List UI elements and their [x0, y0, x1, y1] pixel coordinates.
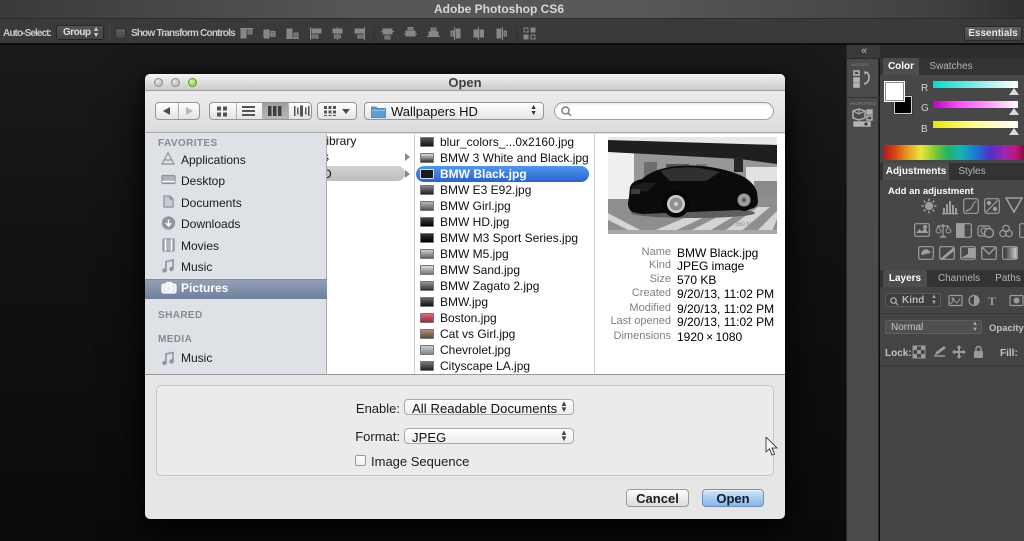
svg-text:360 forged: 360 forged: [735, 222, 764, 228]
svg-text:T: T: [988, 294, 996, 307]
